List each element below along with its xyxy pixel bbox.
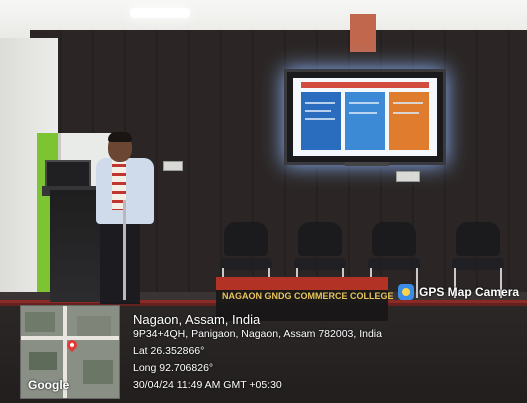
speaker-hair — [108, 132, 132, 142]
slide-text-line — [305, 110, 331, 112]
slide-column-2 — [345, 92, 385, 150]
map-building — [25, 312, 55, 332]
chair-back — [372, 222, 416, 256]
timestamp: 30/04/24 11:49 AM GMT +05:30 — [133, 379, 282, 391]
latitude: Lat 26.352866° — [133, 345, 205, 357]
slide-text-line — [349, 102, 379, 104]
gps-map-camera-brand: GPS Map Camera — [398, 283, 519, 301]
screen-mount — [345, 162, 389, 166]
chair-back — [224, 222, 268, 256]
slide-text-line — [305, 118, 335, 120]
location-address: 9P34+4QH, Panigaon, Nagaon, Assam 782003… — [133, 328, 382, 340]
chair-seat — [452, 258, 504, 270]
chair-seat — [220, 258, 272, 270]
slide-text-line — [349, 112, 377, 114]
slide-text-line — [393, 112, 419, 114]
photo-scene: NAGAON GNDG COMMERCE COLLEGE Google GPS … — [0, 0, 527, 403]
map-building — [83, 360, 113, 384]
chair-back — [298, 222, 342, 256]
microphone-stand — [123, 200, 126, 300]
orange-ceiling-panel — [350, 14, 376, 52]
slide-header-bar — [301, 82, 429, 88]
ceiling-light — [130, 8, 190, 18]
longitude: Long 92.706826° — [133, 362, 214, 374]
wall-switch — [163, 161, 183, 171]
slide-text-line — [305, 102, 335, 104]
map-building — [29, 352, 57, 370]
brand-label: GPS Map Camera — [419, 285, 520, 299]
camera-app-icon — [398, 284, 414, 300]
speaker-legs — [100, 222, 140, 304]
banner-text: NAGAON GNDG COMMERCE COLLEGE — [222, 291, 394, 301]
chair-seat — [294, 258, 346, 270]
banner-header-stripe — [216, 277, 388, 290]
location-info: Nagaon, Assam, India 9P34+4QH, Panigaon,… — [133, 312, 382, 396]
chair-seat — [368, 258, 420, 270]
map-pin-icon — [64, 337, 80, 353]
wall-switch — [396, 171, 420, 182]
slide-column-1 — [301, 92, 341, 150]
slide-column-3 — [389, 92, 429, 150]
chair-back — [456, 222, 500, 256]
slide-text-line — [393, 102, 423, 104]
location-name: Nagaon, Assam, India — [133, 312, 261, 327]
map-thumbnail: Google — [20, 305, 120, 399]
presentation-slide — [293, 78, 437, 156]
map-building — [77, 316, 111, 338]
google-map-label: Google — [28, 378, 70, 392]
presentation-screen — [284, 69, 446, 165]
